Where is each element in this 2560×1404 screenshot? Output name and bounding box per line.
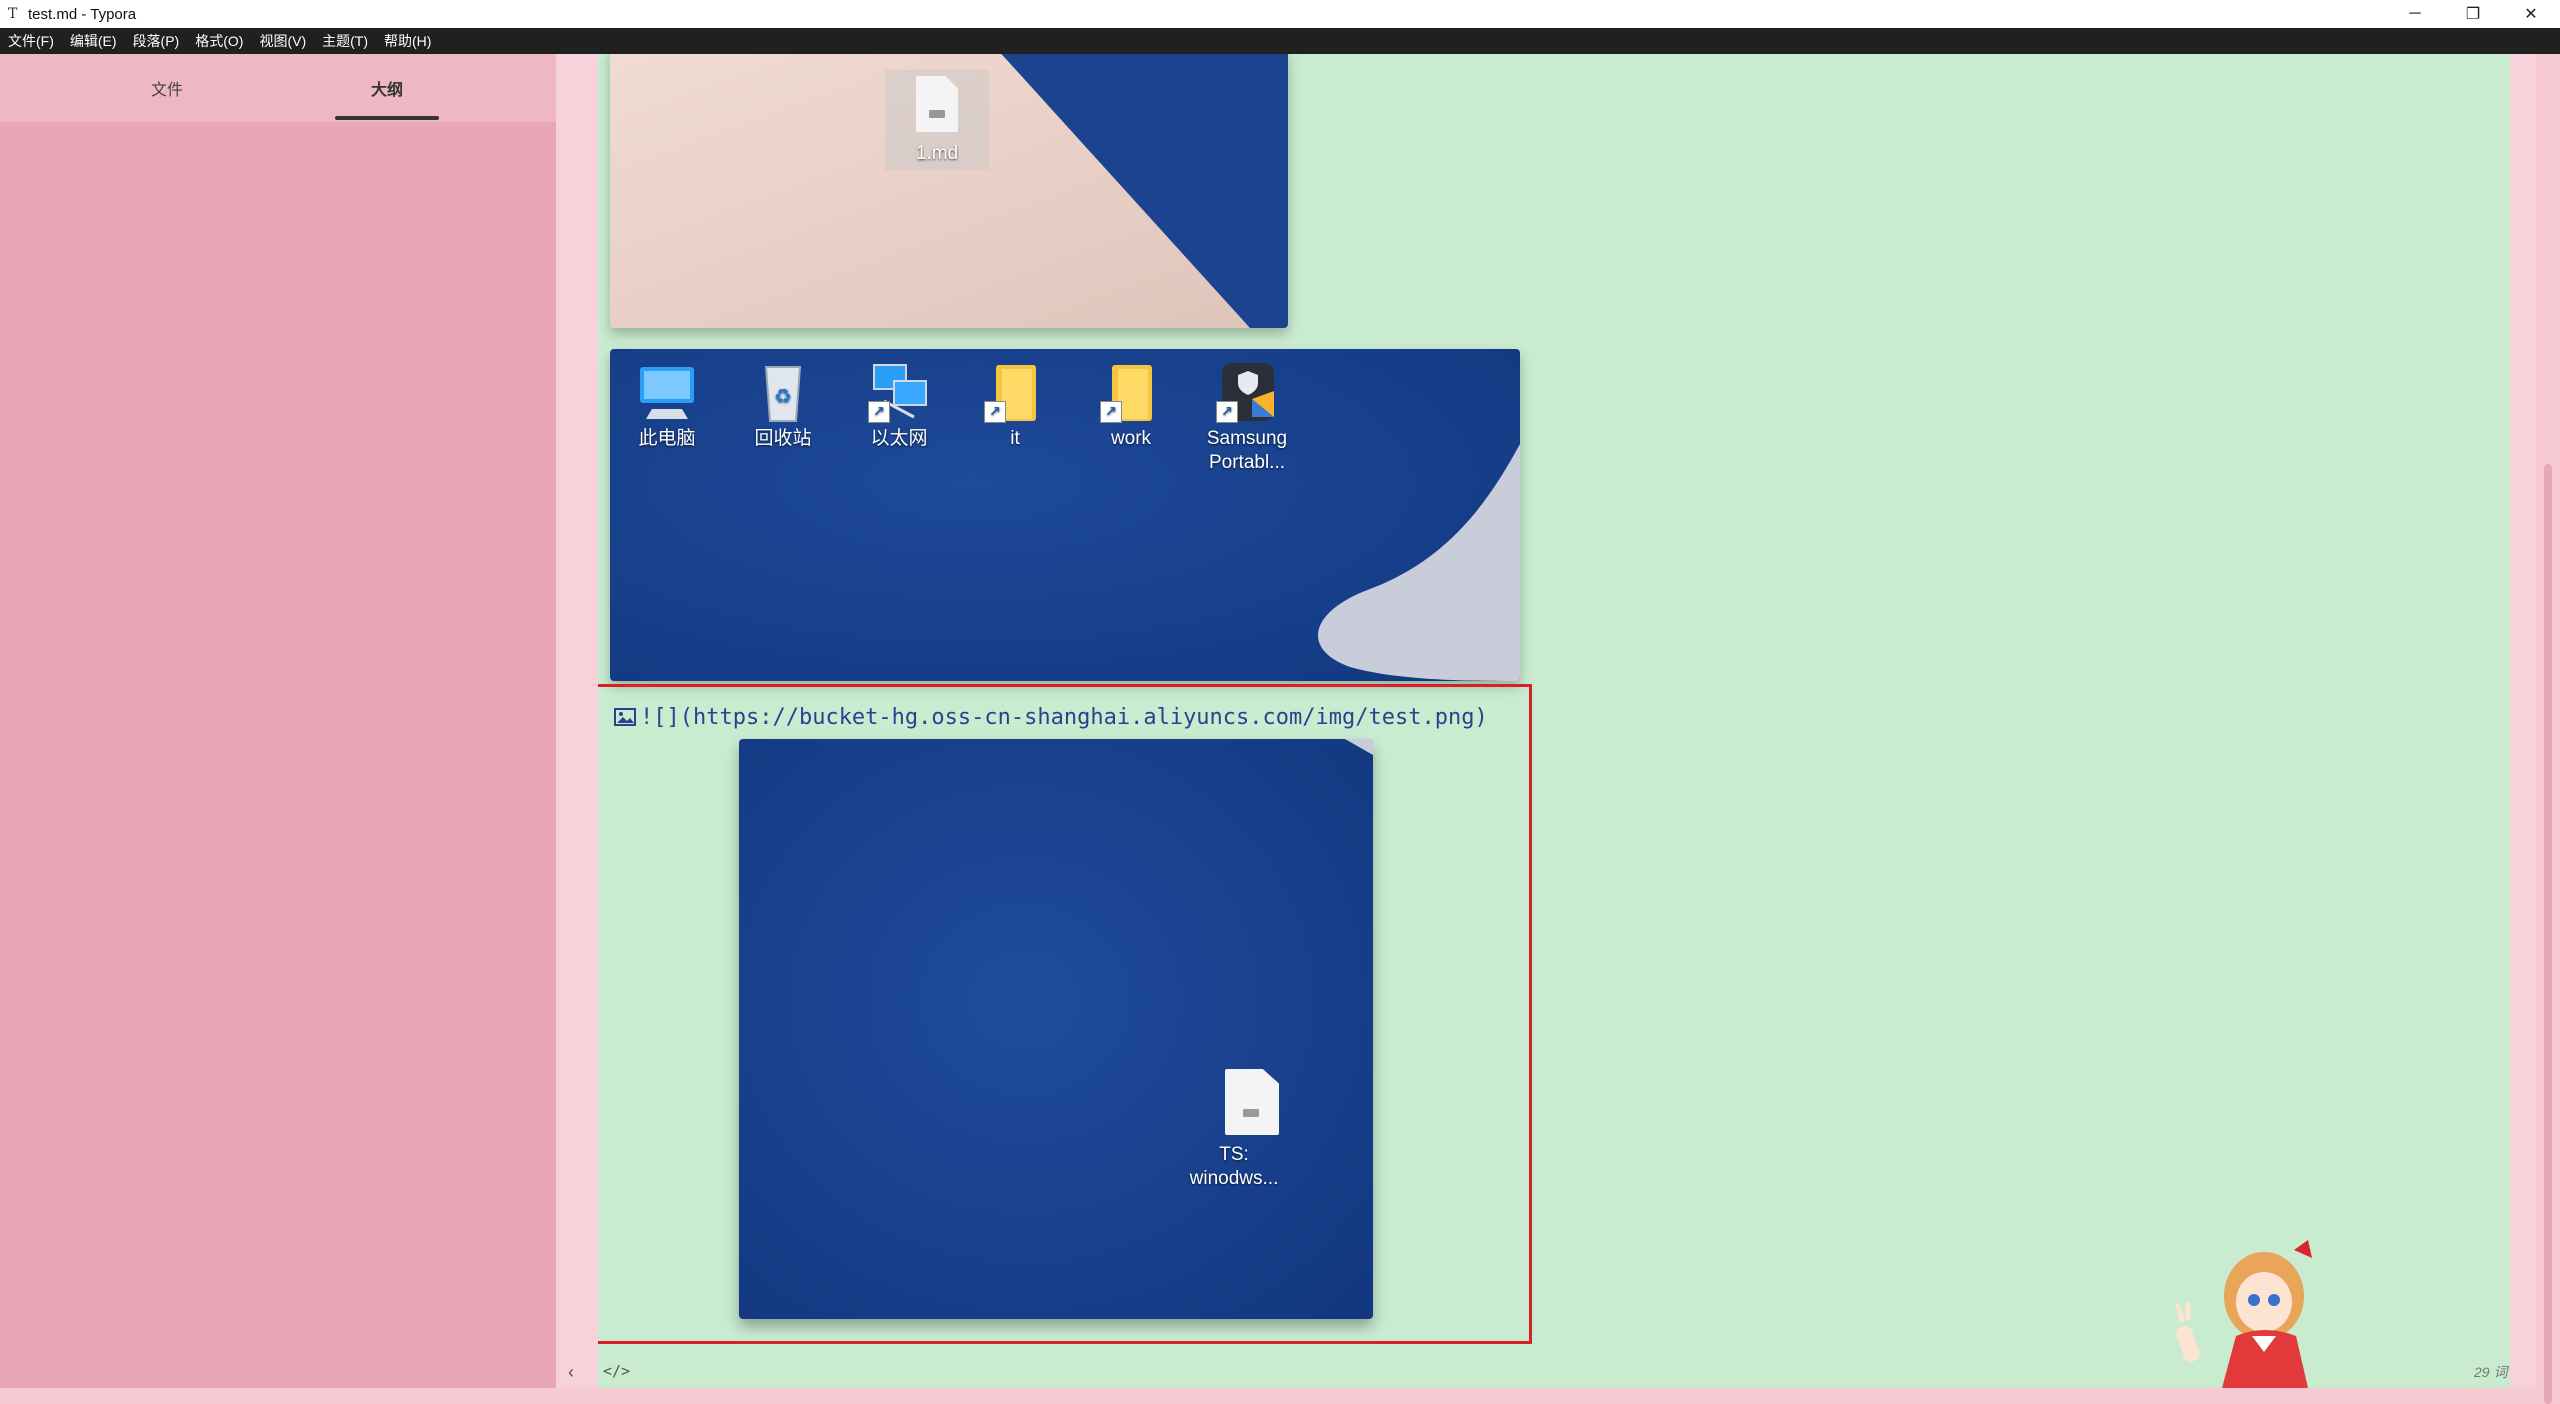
menu-view[interactable]: 视图(V) [251,28,314,54]
desktop-icon-label: 回收站 [754,428,812,449]
active-tab-indicator [335,116,439,120]
folder-icon: ↗ [1096,361,1166,423]
anime-mascot-image [2175,1240,2312,1388]
desktop-icon-recycle-bin: ♻ 回收站 [728,361,838,451]
menu-help[interactable]: 帮助(H) [376,28,439,54]
fabric-edge [1345,739,1373,755]
source-code-mode-icon[interactable]: </> [603,1362,630,1380]
image-markdown-source[interactable]: ! [] (https://bucket-hg.oss-cn-shanghai.… [614,702,1488,732]
menu-edit[interactable]: 编辑(E) [62,28,125,54]
menu-file[interactable]: 文件(F) [0,28,62,54]
shortcut-arrow-icon: ↗ [1100,401,1122,423]
network-icon: ↗ [864,361,934,423]
desktop-icon-label: Samsung Portabl... [1206,428,1288,473]
markdown-alt-brackets: [] [653,704,680,730]
desktop-icon-label: it [1010,428,1020,449]
scrollbar-thumb[interactable] [2544,464,2552,1404]
markdown-file-icon [1199,1069,1279,1135]
desktop-icon-label: 以太网 [870,428,928,449]
close-button[interactable]: ✕ [2502,0,2560,28]
markdown-file-icon [902,76,972,138]
markdown-bang: ! [640,704,654,730]
desktop-file-label-2: winodws... [1189,1168,1279,1189]
sidebar: 文件 大纲 [0,54,556,1388]
editor-area[interactable]: 1.md 此电脑 ♻ 回收站 ↗ 以太网 ↗ it ↗ work ↗ Samsu… [598,54,2510,1388]
tab-outline[interactable]: 大纲 [335,76,439,100]
desktop-icon-samsung: ↗ Samsung Portabl... [1192,361,1302,475]
editor-right-gutter [2510,54,2536,1388]
folder-icon: ↗ [980,361,1050,423]
embedded-image-3[interactable]: TS: winodws... [739,739,1373,1319]
desktop-file-ts: TS: winodws... [1159,1069,1309,1191]
computer-icon [632,361,702,423]
desktop-icon-it-folder: ↗ it [960,361,1070,451]
minimize-button[interactable]: ─ [2386,0,2444,28]
tab-files[interactable]: 文件 [115,76,219,100]
desktop-icon-ethernet: ↗ 以太网 [844,361,954,451]
recycle-bin-icon: ♻ [748,361,818,423]
window-title: test.md - Typora [28,5,137,23]
desktop-icon-work-folder: ↗ work [1076,361,1186,451]
word-count[interactable]: 29 词 [2474,1362,2507,1382]
menu-theme[interactable]: 主题(T) [314,28,376,54]
typora-app-icon: T [8,6,18,22]
desktop-icon-this-pc: 此电脑 [612,361,722,451]
desktop-icon-label: 此电脑 [638,428,696,449]
window-controls: ─ ❐ ✕ [2386,0,2560,28]
samsung-portable-ssd-icon: ↗ [1212,361,1282,423]
vertical-scrollbar[interactable] [2536,54,2560,1404]
menu-paragraph[interactable]: 段落(P) [125,28,188,54]
shortcut-arrow-icon: ↗ [984,401,1006,423]
restore-button[interactable]: ❐ [2444,0,2502,28]
markdown-image-url: (https://bucket-hg.oss-cn-shanghai.aliyu… [679,704,1488,730]
svg-text:♻: ♻ [774,386,792,408]
desktop-file-label: 1.md [915,143,959,164]
shortcut-arrow-icon: ↗ [868,401,890,423]
editor-left-gutter [556,54,598,1388]
desktop-file-1md: 1.md [885,70,989,170]
window-titlebar: T test.md - Typora ─ ❐ ✕ [0,0,2560,28]
desktop-file-label: TS: [1219,1144,1249,1165]
toggle-sidebar-icon[interactable]: ‹ [568,1362,574,1383]
embedded-image-2[interactable]: 此电脑 ♻ 回收站 ↗ 以太网 ↗ it ↗ work ↗ Samsung Po… [610,349,1520,681]
embedded-image-1[interactable]: 1.md [610,54,1288,328]
menu-format[interactable]: 格式(O) [187,28,251,54]
menu-bar: 文件(F) 编辑(E) 段落(P) 格式(O) 视图(V) 主题(T) 帮助(H… [0,28,2560,54]
shortcut-arrow-icon: ↗ [1216,401,1238,423]
sidebar-tabs: 文件 大纲 [0,54,556,122]
desktop-icon-label: work [1110,428,1152,449]
image-icon [614,708,636,726]
